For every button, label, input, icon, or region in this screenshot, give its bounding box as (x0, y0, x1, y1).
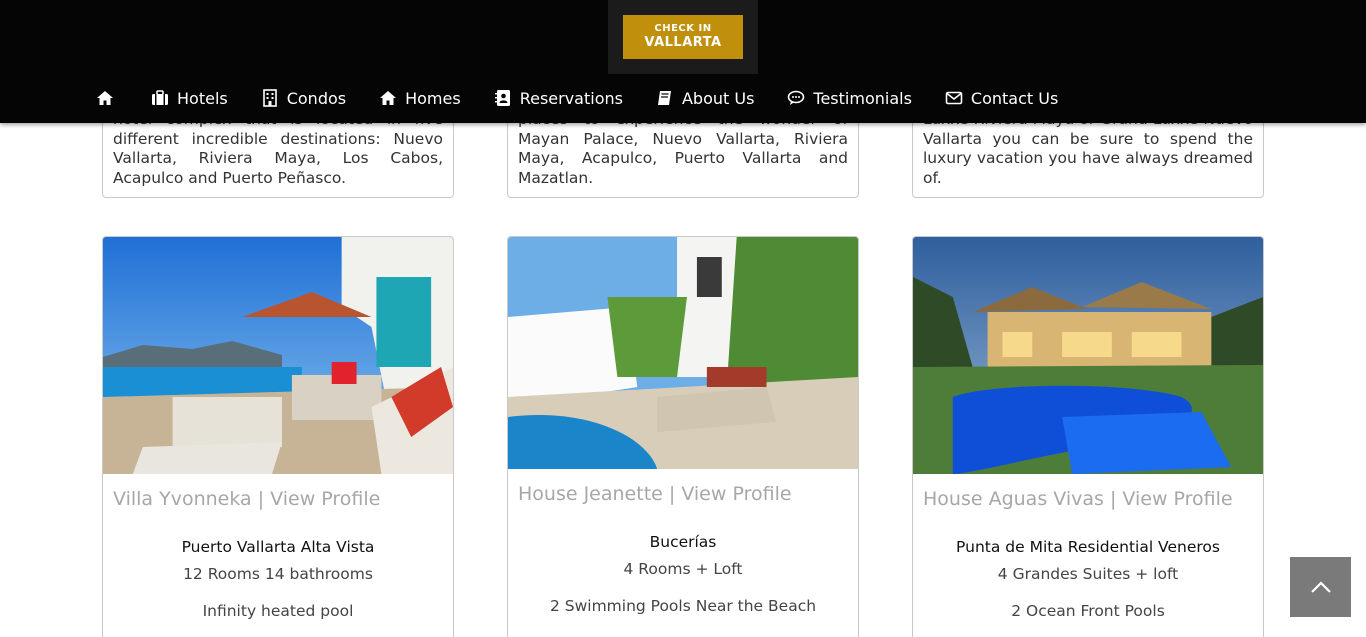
view-profile-link[interactable]: View Profile (270, 488, 380, 510)
address-book-icon (494, 90, 510, 106)
nav-contact-us-label: Contact Us (970, 88, 1059, 108)
chevron-up-icon (1310, 581, 1331, 593)
view-profile-link[interactable]: View Profile (681, 483, 791, 505)
property-card-house-jeanette: House Jeanette | View Profile Bucerías 4… (507, 236, 859, 637)
property-location: Punta de Mita Residential Veneros (956, 538, 1220, 556)
site-header: CHECK IN VALLARTA Hotels Condos Homes Re… (0, 0, 1366, 123)
nav-reservations-label: Reservations (519, 88, 623, 108)
building-icon (262, 89, 277, 107)
property-location: Puerto Vallarta Alta Vista (181, 538, 375, 556)
view-profile-link[interactable]: View Profile (1122, 488, 1232, 510)
property-title: House Aguas Vivas | View Profile (923, 488, 1233, 510)
page: hotel complex that is located in five di… (0, 0, 1366, 637)
property-feature: 2 Ocean Front Pools (1011, 602, 1165, 620)
property-title: House Jeanette | View Profile (518, 483, 792, 505)
chat-bubble-icon (788, 90, 805, 105)
property-title: Villa Yvonneka | View Profile (113, 488, 381, 510)
property-feature: Infinity heated pool (202, 602, 354, 620)
nav-homes[interactable]: Homes (379, 89, 461, 108)
back-to-top-button[interactable] (1290, 557, 1351, 617)
nav-homes-label: Homes (405, 88, 461, 108)
property-rooms: 12 Rooms 14 bathrooms (183, 565, 373, 583)
book-icon (657, 91, 671, 105)
nav-home[interactable] (96, 89, 114, 107)
nav-condos[interactable]: Condos (261, 89, 346, 108)
property-rooms: 4 Grandes Suites + loft (997, 565, 1179, 583)
property-name[interactable]: House Jeanette (518, 483, 663, 505)
nav-contact-us[interactable]: Contact Us (945, 89, 1058, 108)
logo-container: CHECK IN VALLARTA (608, 0, 758, 74)
property-photo[interactable] (913, 237, 1263, 474)
nav-hotels[interactable]: Hotels (151, 89, 228, 108)
property-location: Bucerías (649, 533, 717, 551)
nav-about-us-label: About Us (681, 88, 755, 108)
nav-testimonials-label: Testimonials (813, 88, 912, 108)
property-rooms: 4 Rooms + Loft (623, 560, 743, 578)
nav-testimonials[interactable]: Testimonials (787, 89, 912, 108)
main-nav: Hotels Condos Homes Reservations About U… (96, 86, 1091, 110)
house-icon (380, 91, 397, 105)
property-photo[interactable] (103, 237, 453, 474)
property-photo[interactable] (508, 237, 858, 469)
nav-condos-label: Condos (286, 88, 347, 108)
home-icon (97, 91, 113, 105)
property-feature: 2 Swimming Pools Near the Beach (549, 597, 817, 615)
property-card-house-aguas-vivas: House Aguas Vivas | View Profile Punta d… (912, 236, 1264, 637)
property-name[interactable]: House Aguas Vivas (923, 488, 1104, 510)
nav-about-us[interactable]: About Us (656, 89, 754, 108)
property-card-villa-yvonneka: Villa Yvonneka | View Profile Puerto Val… (102, 236, 454, 637)
nav-reservations[interactable]: Reservations (494, 89, 623, 108)
site-logo[interactable]: CHECK IN VALLARTA (623, 15, 743, 59)
nav-hotels-label: Hotels (177, 88, 228, 108)
briefcase-icon (152, 90, 168, 105)
envelope-icon (945, 91, 963, 105)
property-name[interactable]: Villa Yvonneka (113, 488, 252, 510)
